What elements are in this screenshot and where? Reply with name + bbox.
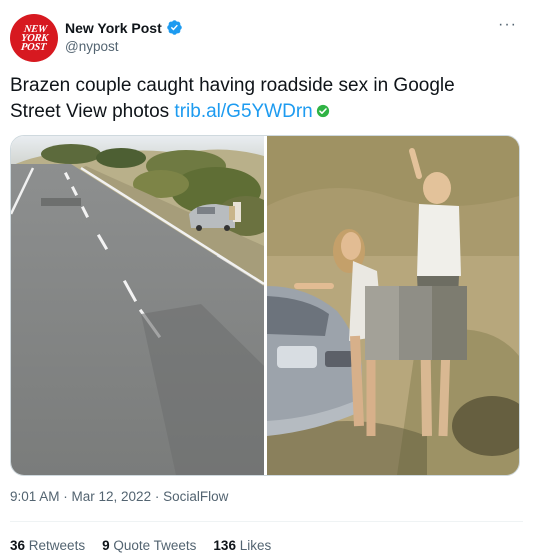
more-icon[interactable]: ··· — [498, 16, 517, 34]
author-display-name[interactable]: New York Post — [65, 20, 162, 36]
avatar[interactable]: NEW YORK POST — [10, 14, 58, 62]
author-name-row[interactable]: New York Post — [65, 19, 183, 36]
tweet-media[interactable] — [10, 135, 520, 476]
tweet-header: NEW YORK POST New York Post @nypost ··· — [10, 14, 523, 62]
nypost-logo: NEW YORK POST — [19, 23, 48, 53]
tweet-text: Brazen couple caught having roadside sex… — [10, 73, 510, 125]
likes-stat[interactable]: 136 Likes — [213, 538, 271, 553]
quote-tweets-label: Quote Tweets — [113, 538, 197, 553]
author-handle[interactable]: @nypost — [65, 39, 118, 54]
retweets-label: Retweets — [28, 538, 86, 553]
tweet-link[interactable]: trib.al/G5YWDrn — [174, 101, 312, 122]
quote-tweets-stat[interactable]: 9 Quote Tweets — [102, 538, 196, 553]
quote-tweets-count: 9 — [102, 538, 110, 553]
road-photo[interactable] — [11, 136, 264, 475]
green-check-icon — [316, 104, 329, 118]
tweet-stats: 36 Retweets 9 Quote Tweets 136 Likes — [10, 538, 271, 553]
verified-badge-icon — [166, 20, 182, 35]
retweets-stat[interactable]: 36 Retweets — [10, 538, 85, 553]
retweets-count: 36 — [10, 538, 26, 553]
likes-label: Likes — [239, 538, 272, 553]
divider-top — [10, 521, 523, 522]
tweet-timestamp[interactable]: 9:01 AM · Mar 12, 2022 · SocialFlow — [10, 489, 228, 504]
zoomed-photo[interactable] — [267, 136, 519, 475]
likes-count: 136 — [213, 538, 236, 553]
